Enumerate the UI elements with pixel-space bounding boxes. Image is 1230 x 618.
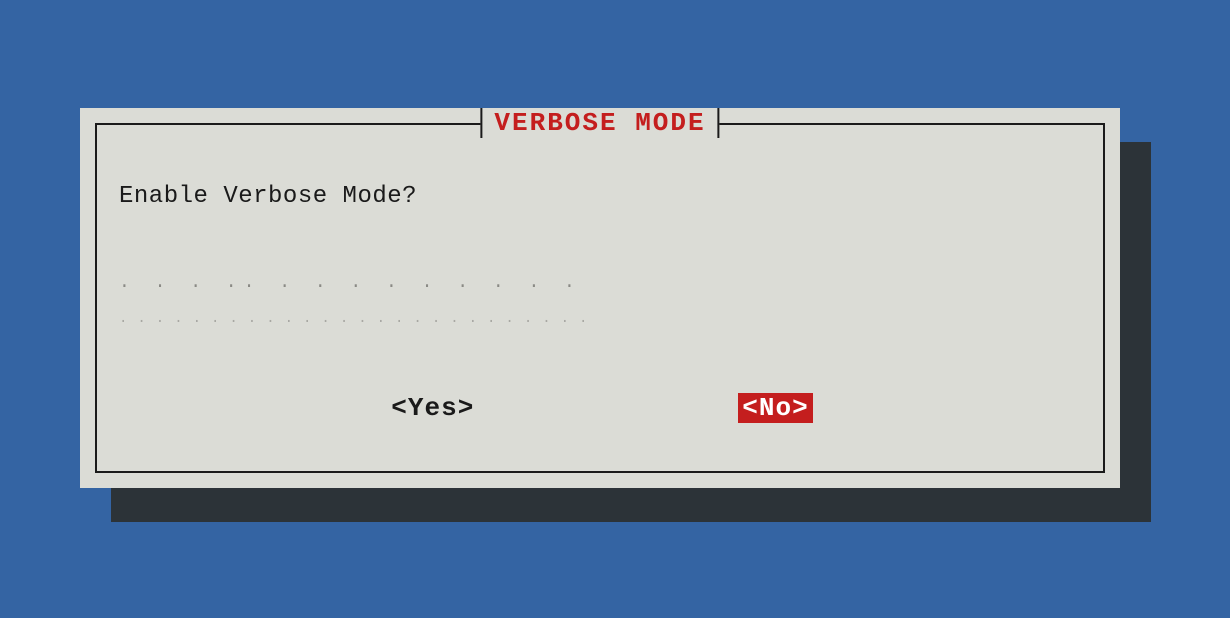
no-button[interactable]: <No>: [738, 393, 812, 423]
dialog-prompt: Enable Verbose Mode?: [119, 183, 417, 210]
dialog-border: VERBOSE MODE Enable Verbose Mode? . . . …: [95, 123, 1105, 473]
separator-dots-2: ..........................: [119, 311, 597, 327]
dialog-box: VERBOSE MODE Enable Verbose Mode? . . . …: [80, 108, 1120, 488]
dialog-title: VERBOSE MODE: [480, 108, 719, 138]
yes-button[interactable]: <Yes>: [387, 393, 478, 423]
separator-dots-1: . . . .. . . . . . . . . .: [119, 273, 582, 293]
button-row: <Yes> <No>: [97, 393, 1103, 423]
